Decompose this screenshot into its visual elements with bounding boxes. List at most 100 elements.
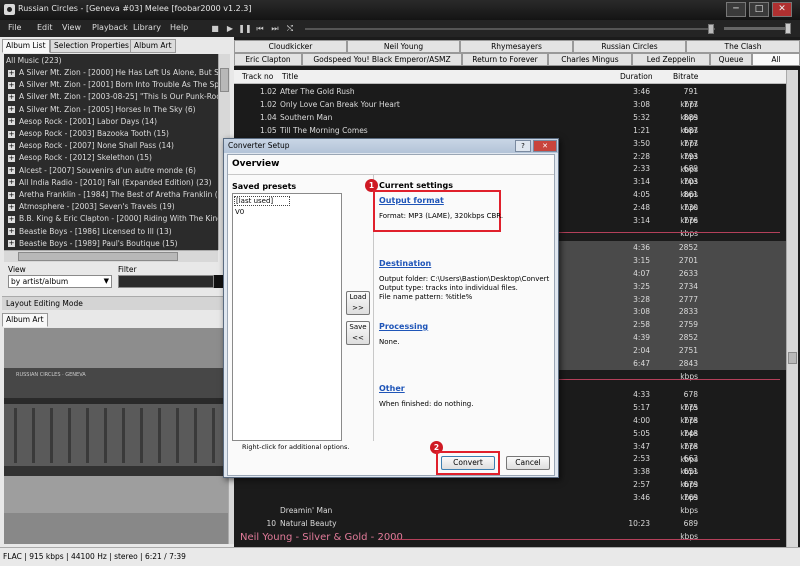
menu-help[interactable]: Help bbox=[170, 23, 188, 32]
random-icon[interactable]: ⤭ bbox=[283, 22, 297, 35]
expand-icon[interactable]: + bbox=[8, 154, 15, 162]
output-format-link[interactable]: Output format bbox=[379, 196, 444, 205]
pause-icon[interactable]: ❚❚ bbox=[238, 22, 252, 35]
other-link[interactable]: Other bbox=[379, 384, 405, 393]
menu-file[interactable]: File bbox=[8, 23, 21, 32]
playlist-tab[interactable]: Russian Circles bbox=[573, 40, 686, 53]
expand-icon[interactable]: + bbox=[8, 203, 15, 211]
tree-item[interactable]: + Aesop Rock - [2007] None Shall Pass (14… bbox=[8, 140, 174, 152]
tree-item[interactable]: + Alcest - [2007] Souvenirs d'un autre mo… bbox=[8, 165, 196, 177]
presets-list[interactable]: [last used] V0 bbox=[232, 193, 342, 441]
expand-icon[interactable]: + bbox=[8, 81, 15, 89]
playlist-tab[interactable]: Charles Mingus bbox=[548, 53, 632, 66]
tree-item[interactable]: + Beastie Boys - [1986] Licensed to Ill (… bbox=[8, 226, 172, 238]
tree-item[interactable]: + B.B. King & Eric Clapton - [2000] Ridin… bbox=[8, 213, 218, 225]
tab-album-list[interactable]: Album List bbox=[2, 39, 50, 53]
playlist-tab[interactable]: All bbox=[752, 53, 800, 66]
preset-item[interactable]: V0 bbox=[235, 208, 244, 216]
view-dropdown[interactable]: by artist/album ▼ bbox=[8, 275, 112, 288]
close-button[interactable]: ✕ bbox=[772, 2, 792, 17]
menu-edit[interactable]: Edit bbox=[37, 23, 53, 32]
expand-icon[interactable]: + bbox=[8, 240, 15, 248]
playlist-tab[interactable]: Return to Forever bbox=[462, 53, 548, 66]
col-title[interactable]: Title bbox=[282, 72, 298, 81]
tree-item[interactable]: + A Silver Mt. Zion - [2000] He Has Left … bbox=[8, 67, 218, 79]
preset-item[interactable]: [last used] bbox=[234, 196, 290, 206]
playlist-tab[interactable]: Cloudkicker bbox=[234, 40, 347, 53]
group-header[interactable]: Neil Young - Silver & Gold - 2000 bbox=[240, 532, 403, 543]
track-row[interactable]: 10 Natural Beauty 10:23 689 kbps bbox=[234, 517, 786, 541]
tab-album-art-panel[interactable]: Album Art bbox=[2, 313, 48, 327]
playlist-tab[interactable]: The Clash bbox=[686, 40, 800, 53]
library-tree[interactable]: All Music (223) + A Silver Mt. Zion - [20… bbox=[4, 54, 218, 250]
col-duration[interactable]: Duration bbox=[620, 72, 653, 81]
tree-item[interactable]: + Beastie Boys - [1989] Paul's Boutique (… bbox=[8, 238, 178, 250]
maximize-button[interactable]: □ bbox=[749, 2, 769, 17]
tree-root[interactable]: All Music (223) bbox=[6, 55, 62, 67]
stop-icon[interactable]: ■ bbox=[208, 22, 222, 35]
volume-handle[interactable] bbox=[785, 23, 791, 34]
convert-button[interactable]: Convert bbox=[441, 456, 495, 470]
playlist-tab[interactable]: Rhymesayers bbox=[460, 40, 573, 53]
playlist-scroll-thumb[interactable] bbox=[788, 352, 797, 364]
playlist-tab[interactable]: Led Zeppelin bbox=[632, 53, 710, 66]
track-row[interactable]: 2:57 679 kbps bbox=[234, 478, 786, 502]
tree-item[interactable]: + A Silver Mt. Zion - [2005] Horses In Th… bbox=[8, 104, 196, 116]
menu-library[interactable]: Library bbox=[133, 23, 161, 32]
expand-icon[interactable]: + bbox=[8, 167, 15, 175]
track-row[interactable]: 1.02 After The Gold Rush 3:46 791 kbps bbox=[234, 85, 786, 109]
tree-hscroll-thumb[interactable] bbox=[18, 252, 178, 261]
expand-icon[interactable]: + bbox=[8, 69, 15, 77]
next-icon[interactable]: ⏭ bbox=[268, 22, 282, 35]
tab-selection-properties[interactable]: Selection Properties bbox=[50, 39, 133, 53]
col-track-no[interactable]: Track no bbox=[242, 72, 273, 81]
menu-playback[interactable]: Playback bbox=[92, 23, 128, 32]
tree-item[interactable]: + Aretha Franklin - [1984] The Best of Ar… bbox=[8, 189, 218, 201]
seek-bar[interactable] bbox=[305, 28, 715, 30]
menu-view[interactable]: View bbox=[62, 23, 81, 32]
play-icon[interactable]: ▶ bbox=[223, 22, 237, 35]
processing-link[interactable]: Processing bbox=[379, 322, 428, 331]
volume-slider[interactable] bbox=[724, 27, 790, 30]
track-row[interactable]: 3:46 769 kbps bbox=[234, 491, 786, 515]
minimize-button[interactable]: ─ bbox=[726, 2, 746, 17]
track-row[interactable]: 1.02 Only Love Can Break Your Heart 3:08 77… bbox=[234, 98, 786, 122]
tree-scroll-thumb[interactable] bbox=[220, 68, 229, 92]
expand-icon[interactable]: + bbox=[8, 106, 15, 114]
track-row[interactable]: 1.04 Southern Man 5:32 889 kbps bbox=[234, 111, 786, 135]
playlist-tab[interactable]: Neil Young bbox=[347, 40, 460, 53]
save-button[interactable]: Save << bbox=[346, 321, 370, 345]
col-bitrate[interactable]: Bitrate bbox=[673, 72, 698, 81]
tree-item[interactable]: + A Silver Mt. Zion - [2003-08-25] "This … bbox=[8, 91, 218, 103]
tab-album-art[interactable]: Album Art bbox=[130, 39, 176, 53]
expand-icon[interactable]: + bbox=[8, 228, 15, 236]
expand-icon[interactable]: + bbox=[8, 93, 15, 101]
expand-icon[interactable]: + bbox=[8, 118, 15, 126]
help-button[interactable]: ? bbox=[515, 140, 531, 152]
seek-handle[interactable] bbox=[708, 24, 714, 34]
track-row[interactable]: 1.05 Till The Morning Comes 1:21 687 kbps bbox=[234, 124, 786, 148]
filter-input[interactable] bbox=[118, 275, 214, 288]
expand-icon[interactable]: + bbox=[8, 179, 15, 187]
tree-item[interactable]: + Aesop Rock - [2001] Labor Days (14) bbox=[8, 116, 157, 128]
expand-icon[interactable]: + bbox=[8, 191, 15, 199]
track-row[interactable]: Dreamin' Man bbox=[234, 504, 786, 517]
tree-item[interactable]: + Atmosphere - [2003] Seven's Travels (19… bbox=[8, 201, 175, 213]
destination-link[interactable]: Destination bbox=[379, 259, 431, 268]
expand-icon[interactable]: + bbox=[8, 215, 15, 223]
playlist-tab[interactable]: Eric Clapton bbox=[234, 53, 302, 66]
playlist-scrollbar[interactable] bbox=[786, 70, 798, 547]
playlist-tab[interactable]: Godspeed You! Black Emperor/ASMZ bbox=[302, 53, 462, 66]
expand-icon[interactable]: + bbox=[8, 130, 15, 138]
playlist-tab[interactable]: Queue bbox=[710, 53, 752, 66]
expand-icon[interactable]: + bbox=[8, 142, 15, 150]
tree-item[interactable]: + Aesop Rock - [2012] Skelethon (15) bbox=[8, 152, 152, 164]
load-button[interactable]: Load >> bbox=[346, 291, 370, 315]
dialog-close-button[interactable]: ✕ bbox=[533, 140, 557, 152]
tree-item[interactable]: + All India Radio - [2010] Fall (Expanded… bbox=[8, 177, 212, 189]
tree-item[interactable]: + Aesop Rock - [2003] Bazooka Tooth (15) bbox=[8, 128, 169, 140]
layout-editing-label[interactable]: Layout Editing Mode bbox=[2, 296, 232, 310]
tree-item[interactable]: + A Silver Mt. Zion - [2001] Born Into Tr… bbox=[8, 79, 218, 91]
previous-icon[interactable]: ⏮ bbox=[253, 22, 267, 35]
tree-hscrollbar[interactable] bbox=[4, 250, 218, 262]
